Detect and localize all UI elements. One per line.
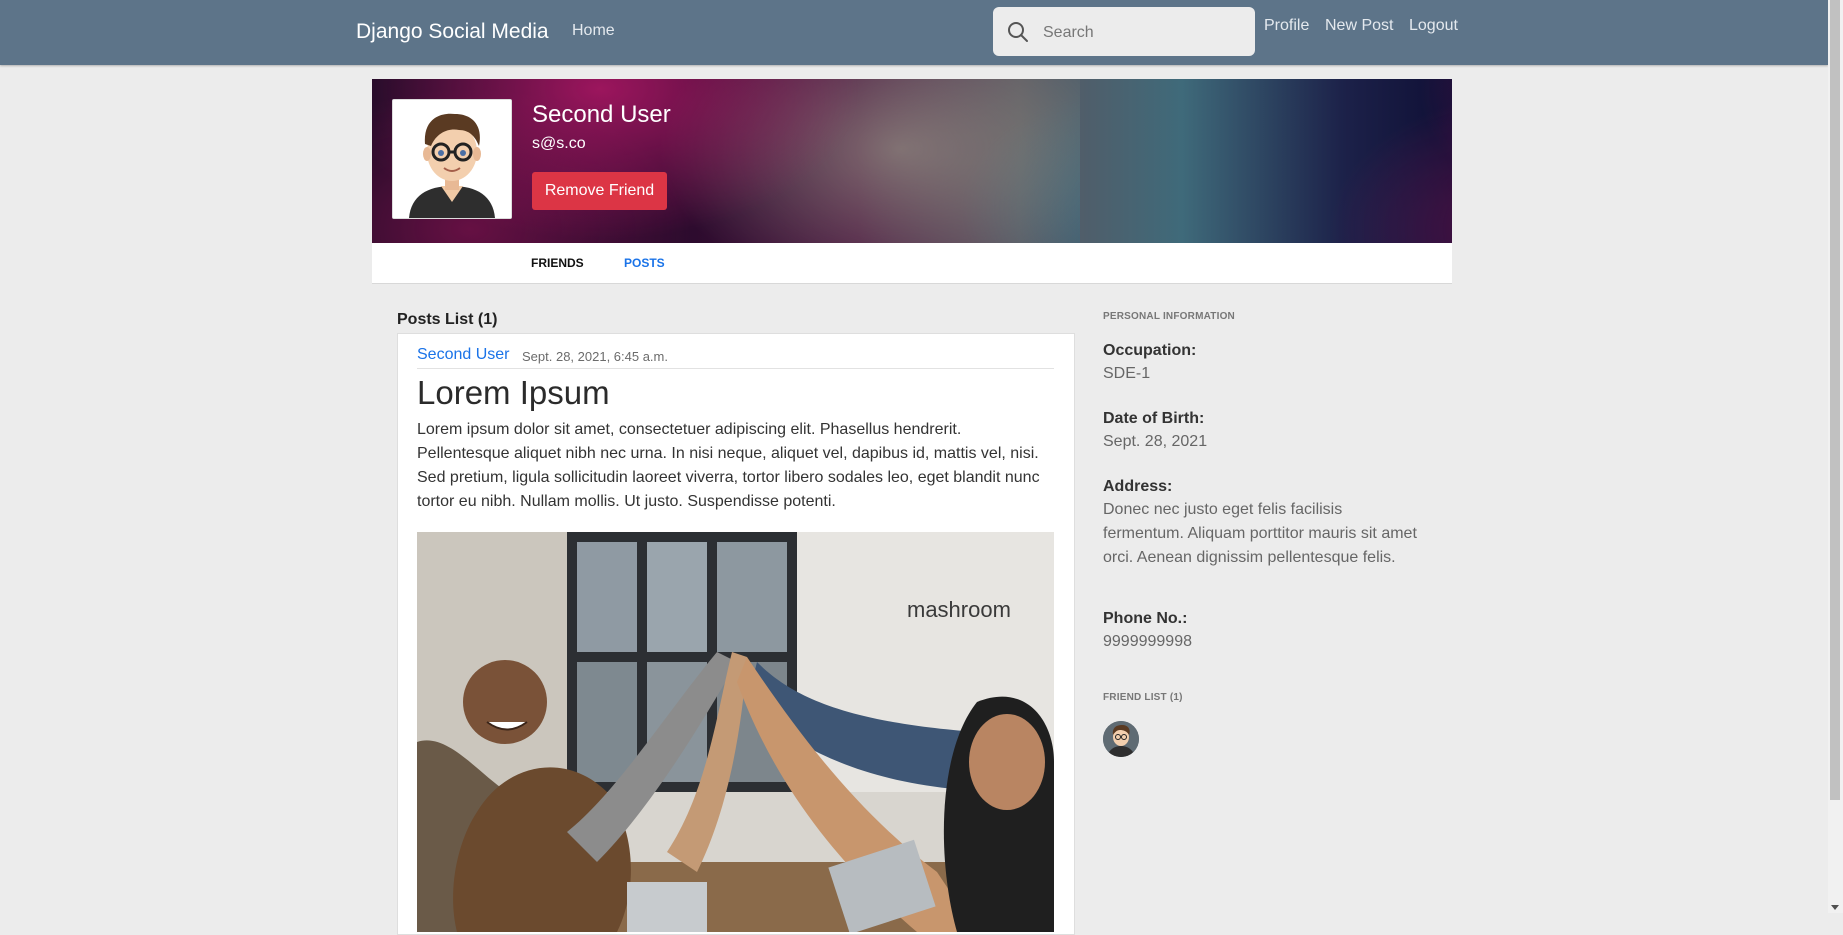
dob-label: Date of Birth: xyxy=(1103,410,1205,427)
post-card: Second User Sept. 28, 2021, 6:45 a.m. Lo… xyxy=(397,333,1075,935)
posts-heading: Posts List (1) xyxy=(397,311,498,328)
post-photo: mashroom xyxy=(417,532,1054,932)
post-image: mashroom xyxy=(417,532,1054,932)
address-value: Donec nec justo eget felis facilisis fer… xyxy=(1103,501,1417,566)
profile-cover: Second User s@s.co Remove Friend xyxy=(372,79,1452,243)
post-title: Lorem Ipsum xyxy=(417,374,610,411)
nav-logout-link[interactable]: Logout xyxy=(1409,17,1458,35)
nav-home-link[interactable]: Home xyxy=(572,22,615,40)
post-author-link[interactable]: Second User xyxy=(417,346,510,364)
phone-value: 9999999998 xyxy=(1103,633,1192,650)
nav-profile-link[interactable]: Profile xyxy=(1264,17,1309,35)
friend-list-heading: FRIEND LIST (1) xyxy=(1103,692,1183,703)
post-date: Sept. 28, 2021, 6:45 a.m. xyxy=(522,349,668,364)
scrollbar-thumb[interactable] xyxy=(1830,0,1840,800)
search-icon xyxy=(1008,22,1028,42)
post-photo-sign: mashroom xyxy=(907,597,1011,622)
remove-friend-button[interactable]: Remove Friend xyxy=(532,172,667,210)
search-input[interactable] xyxy=(1041,7,1250,58)
address-label: Address: xyxy=(1103,478,1173,495)
search-box[interactable] xyxy=(993,7,1255,58)
phone-label: Phone No.: xyxy=(1103,610,1188,627)
nav-new-post-link[interactable]: New Post xyxy=(1325,17,1393,35)
brand-link[interactable]: Django Social Media xyxy=(356,20,549,44)
tab-friends[interactable]: FRIENDS xyxy=(531,256,584,270)
scrollbar[interactable] xyxy=(1828,0,1843,913)
profile-tabs: FRIENDS POSTS xyxy=(372,243,1452,284)
tab-posts[interactable]: POSTS xyxy=(624,256,665,270)
navbar: Django Social Media Home Profile New Pos… xyxy=(0,0,1828,65)
occupation-label: Occupation: xyxy=(1103,342,1197,359)
occupation-value: SDE-1 xyxy=(1103,365,1151,382)
post-divider xyxy=(417,368,1054,369)
avatar xyxy=(392,99,512,219)
post-body: Lorem ipsum dolor sit amet, consectetuer… xyxy=(417,421,1040,510)
avatar-illustration xyxy=(393,100,511,218)
dob-value: Sept. 28, 2021 xyxy=(1103,433,1208,450)
personal-info-heading: PERSONAL INFORMATION xyxy=(1103,311,1235,322)
friend-avatar[interactable] xyxy=(1103,721,1139,757)
scroll-down-icon[interactable] xyxy=(1831,905,1839,910)
profile-email: s@s.co xyxy=(532,135,586,152)
profile-name: Second User xyxy=(532,101,671,128)
friend-avatar-icon xyxy=(1103,721,1139,757)
